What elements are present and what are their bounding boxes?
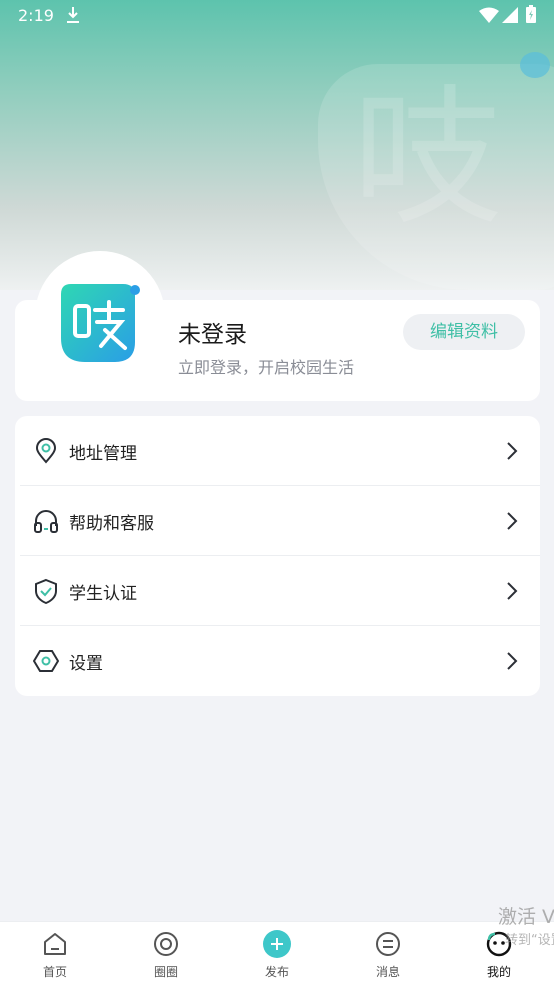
- status-bar: 2:19: [0, 0, 554, 30]
- chevron-right-icon: [507, 512, 518, 530]
- tab-label: 消息: [375, 965, 400, 979]
- brand-watermark-glyph: 吱: [352, 72, 503, 246]
- add-icon: [263, 930, 291, 958]
- brand-dot: [520, 52, 550, 78]
- avatar[interactable]: [61, 284, 141, 362]
- tab-circle[interactable]: 圈圈: [111, 922, 221, 985]
- login-prompt-text[interactable]: 立即登录，开启校园生活: [178, 354, 354, 378]
- tab-publish[interactable]: 发布: [222, 922, 332, 985]
- brand-watermark-logo: 吱: [318, 64, 554, 290]
- menu-item-address[interactable]: 地址管理: [15, 416, 540, 486]
- headset-icon: [34, 510, 58, 533]
- login-status-title[interactable]: 未登录: [178, 315, 247, 349]
- signal-icon: [502, 7, 518, 23]
- profile-header-banner: 吱: [0, 0, 554, 290]
- menu-item-label: 地址管理: [69, 444, 137, 464]
- chevron-right-icon: [507, 582, 518, 600]
- location-pin-icon: [35, 438, 57, 464]
- tab-label: 圈圈: [153, 965, 178, 979]
- settings-menu-card: 地址管理 帮助和客服 学生认证 设置: [15, 416, 540, 696]
- battery-icon: [526, 5, 536, 23]
- activation-watermark: 激活 V: [498, 906, 554, 928]
- chevron-right-icon: [507, 652, 518, 670]
- tab-label: 我的: [486, 965, 511, 979]
- tab-label: 发布: [264, 965, 289, 979]
- wifi-icon: [479, 7, 499, 23]
- menu-item-help[interactable]: 帮助和客服: [15, 486, 540, 556]
- message-icon: [376, 932, 400, 956]
- tab-home[interactable]: 首页: [0, 922, 110, 985]
- menu-item-label: 帮助和客服: [69, 514, 154, 534]
- tab-messages[interactable]: 消息: [333, 922, 443, 985]
- home-icon: [44, 933, 66, 955]
- shield-check-icon: [35, 578, 57, 604]
- circle-icon: [154, 932, 178, 956]
- tab-label: 首页: [42, 965, 67, 979]
- bottom-tab-bar: 首页 圈圈 发布 消息 我的: [0, 921, 554, 985]
- menu-item-label: 设置: [69, 654, 103, 674]
- hexagon-settings-icon: [33, 650, 59, 672]
- edit-profile-button[interactable]: 编辑资料: [403, 314, 525, 350]
- menu-item-student-verify[interactable]: 学生认证: [15, 556, 540, 626]
- chevron-right-icon: [507, 442, 518, 460]
- status-time: 2:19: [18, 6, 54, 25]
- menu-item-label: 学生认证: [69, 584, 137, 604]
- menu-item-settings[interactable]: 设置: [15, 626, 540, 696]
- download-icon: [67, 7, 79, 23]
- activation-watermark-sub: 转到“设置: [505, 933, 554, 948]
